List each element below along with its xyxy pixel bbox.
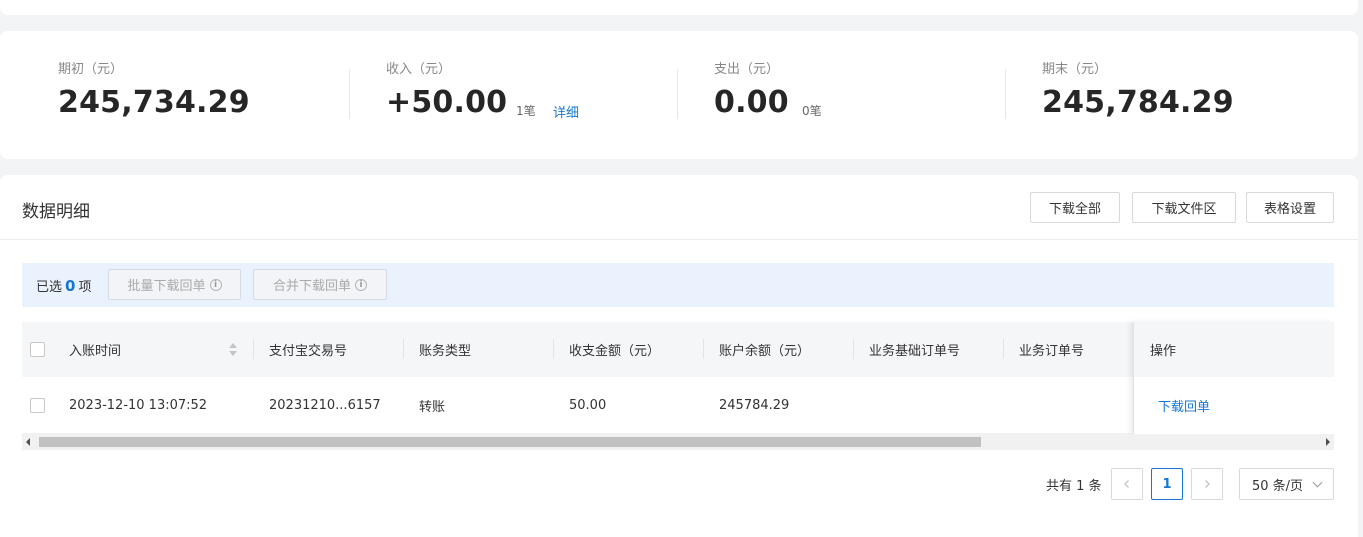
balance-summary-card: 期初（元） 245,734.29 收入（元） +50.00 1笔 详细 支出（元… (0, 31, 1358, 159)
cell-amount: 50.00 (569, 397, 607, 413)
row-select-cell (30, 377, 60, 433)
info-icon: i (209, 278, 222, 291)
pagination-total: 共有 1 条 (1046, 479, 1102, 494)
chevron-down-icon (1312, 477, 1323, 488)
top-card-edge (0, 0, 1358, 15)
income-label: 收入（元） (386, 62, 452, 77)
select-all-cell (30, 322, 60, 377)
expense-count: 0笔 (802, 104, 822, 118)
header-trade-no-label: 支付宝交易号 (269, 344, 348, 359)
header-order: 业务订单号 (1019, 322, 1129, 377)
selection-suffix: 项 (78, 280, 92, 295)
page-1-button[interactable]: 1 (1151, 468, 1183, 500)
table-settings-button[interactable]: 表格设置 (1246, 192, 1334, 223)
header-type-label: 账务类型 (419, 344, 472, 359)
opening-value: 245,734.29 (58, 85, 250, 120)
header-time-label: 入账时间 (69, 344, 122, 359)
header-trade-no: 支付宝交易号 (269, 322, 404, 377)
batch-download-button[interactable]: 批量下载回单 i (108, 269, 241, 300)
batch-download-label: 批量下载回单 (127, 279, 206, 294)
page-size-value: 50 条/页 (1252, 478, 1304, 494)
download-all-button[interactable]: 下载全部 (1030, 192, 1120, 223)
page-size-select[interactable]: 50 条/页 (1239, 468, 1334, 500)
header-order-label: 业务订单号 (1019, 344, 1085, 359)
income-count: 1笔 (516, 104, 536, 118)
closing-value: 245,784.29 (1042, 85, 1234, 120)
header-base-order-label: 业务基础订单号 (869, 344, 961, 359)
divider (677, 69, 678, 119)
selection-bar: 已选 0 项 批量下载回单 i 合并下载回单 i (22, 263, 1334, 307)
header-balance-label: 账户余额（元） (719, 344, 811, 359)
header-balance: 账户余额（元） (719, 322, 854, 377)
cell-trade-no: 20231210...6157 (269, 397, 381, 413)
sort-icon[interactable] (228, 343, 238, 357)
scroll-left-icon[interactable] (26, 438, 30, 446)
chevron-left-icon (1124, 480, 1129, 488)
transaction-table: 入账时间 支付宝交易号 账务类型 收支金额（元） 账户余额（元） 业务基础订单号… (22, 322, 1334, 434)
header-amount-label: 收支金额（元） (569, 344, 661, 359)
header-type: 账务类型 (419, 322, 554, 377)
income-value: +50.00 (386, 85, 508, 120)
panel-title: 数据明细 (22, 202, 90, 222)
selection-count-number: 0 (65, 277, 76, 295)
income-detail-link[interactable]: 详细 (553, 102, 579, 121)
info-icon: i (355, 278, 367, 291)
divider (349, 69, 350, 119)
closing-label: 期末（元） (1042, 62, 1108, 77)
selection-prefix: 已选 (36, 280, 63, 295)
prev-page-button[interactable] (1111, 468, 1143, 500)
expense-label: 支出（元） (714, 62, 780, 77)
expense-value: 0.00 (714, 85, 789, 120)
select-all-checkbox[interactable] (30, 342, 45, 357)
next-page-button[interactable] (1191, 468, 1223, 500)
opening-label: 期初（元） (58, 62, 124, 77)
header-amount: 收支金额（元） (569, 322, 704, 377)
data-detail-panel: 数据明细 下载全部 下载文件区 表格设置 已选 0 项 批量下载回单 i 合并下载回… (0, 175, 1358, 537)
chevron-right-icon (1205, 480, 1210, 488)
cell-type: 转账 (419, 399, 446, 415)
horizontal-scrollbar[interactable] (22, 434, 1334, 450)
row-checkbox[interactable] (30, 397, 45, 413)
divider (1005, 69, 1006, 119)
fixed-action-column: 操作 下载回单 (1133, 322, 1334, 434)
cell-time: 2023-12-10 13:07:52 (69, 397, 208, 413)
scrollbar-thumb[interactable] (39, 437, 981, 447)
header-action: 操作 (1133, 322, 1334, 377)
merge-download-label: 合并下载回单 (272, 279, 351, 294)
selection-count: 已选 0 项 (36, 276, 91, 295)
cell-balance: 245784.29 (719, 397, 790, 413)
divider (0, 239, 1358, 240)
download-receipt-link[interactable]: 下载回单 (1133, 377, 1334, 434)
download-area-button[interactable]: 下载文件区 (1132, 192, 1236, 223)
header-time[interactable]: 入账时间 (69, 322, 254, 377)
header-base-order: 业务基础订单号 (869, 322, 1004, 377)
merge-download-button[interactable]: 合并下载回单 i (253, 269, 387, 300)
scroll-right-icon[interactable] (1326, 438, 1330, 446)
